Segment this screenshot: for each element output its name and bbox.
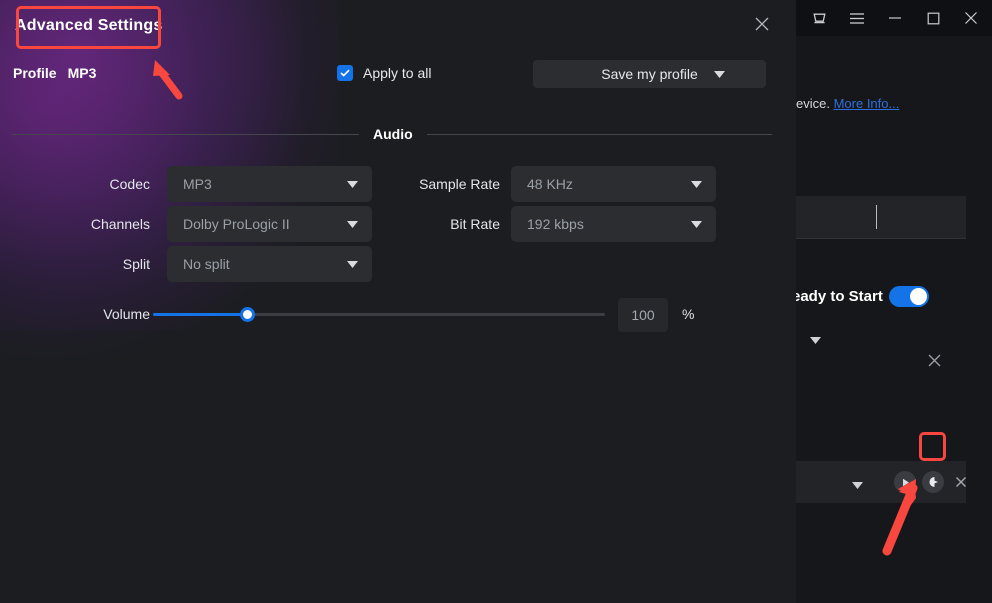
- apply-to-all-row[interactable]: Apply to all: [337, 65, 431, 81]
- sample-rate-select[interactable]: 48 KHz: [511, 166, 716, 202]
- save-my-profile-label: Save my profile: [601, 66, 697, 82]
- field-sample-rate: Sample Rate 48 KHz: [390, 166, 716, 202]
- chevron-down-icon[interactable]: [810, 331, 821, 349]
- save-my-profile-button[interactable]: Save my profile: [533, 60, 766, 88]
- minimize-icon[interactable]: [876, 0, 914, 36]
- remove-item-icon[interactable]: [950, 471, 972, 493]
- sample-rate-value: 48 KHz: [511, 176, 573, 192]
- field-codec: Codec MP3: [32, 166, 372, 202]
- item-bottom-bar: [796, 461, 966, 503]
- chevron-down-icon[interactable]: [347, 255, 358, 273]
- background-app-body: evice. More Info... eady to Start: [796, 36, 992, 603]
- section-divider-audio: Audio: [12, 127, 772, 141]
- profile-value: MP3: [68, 65, 97, 81]
- ready-to-start-row: eady to Start: [796, 281, 966, 311]
- field-label-bit-rate: Bit Rate: [390, 216, 500, 232]
- divider-line-left: [12, 134, 359, 135]
- text-cursor: [876, 205, 877, 229]
- channels-value: Dolby ProLogic II: [167, 216, 290, 232]
- more-info-link[interactable]: More Info...: [834, 96, 900, 111]
- screen-root: evice. More Info... eady to Start: [0, 0, 992, 603]
- volume-value-input[interactable]: 100: [618, 298, 668, 332]
- volume-slider-thumb[interactable]: [240, 307, 255, 322]
- volume-label: Volume: [32, 306, 150, 322]
- split-select[interactable]: No split: [167, 246, 372, 282]
- field-split: Split No split: [32, 246, 372, 282]
- ready-to-start-toggle[interactable]: [889, 286, 929, 307]
- field-label-split: Split: [32, 256, 150, 272]
- chevron-down-icon[interactable]: [691, 215, 702, 233]
- settings-button[interactable]: [922, 471, 944, 493]
- field-label-channels: Channels: [32, 216, 150, 232]
- volume-row: Volume 100 %: [0, 298, 796, 334]
- window-titlebar: [796, 0, 992, 36]
- apply-to-all-label: Apply to all: [363, 65, 431, 81]
- toggle-knob: [910, 288, 927, 305]
- device-notice: evice. More Info...: [796, 96, 992, 111]
- bottombar-chevron-down-icon[interactable]: [852, 476, 863, 494]
- panel-close-icon[interactable]: [922, 348, 946, 372]
- apply-to-all-checkbox[interactable]: [337, 65, 353, 81]
- page-title: Advanced Settings: [15, 17, 162, 35]
- codec-select[interactable]: MP3: [167, 166, 372, 202]
- chevron-down-icon[interactable]: [691, 175, 702, 193]
- field-label-codec: Codec: [32, 176, 150, 192]
- play-button[interactable]: [894, 471, 916, 493]
- advanced-settings-dialog: Advanced Settings Profile MP3 Apply to a…: [0, 0, 796, 603]
- profile-row: Profile MP3: [13, 65, 96, 81]
- volume-slider[interactable]: [153, 313, 605, 316]
- bit-rate-value: 192 kbps: [511, 216, 584, 232]
- profile-label: Profile: [13, 65, 57, 81]
- crown-icon[interactable]: [800, 0, 838, 36]
- dialog-close-icon[interactable]: [748, 10, 776, 38]
- maximize-icon[interactable]: [914, 0, 952, 36]
- field-label-sample-rate: Sample Rate: [390, 176, 500, 192]
- chevron-down-icon[interactable]: [714, 65, 725, 83]
- codec-value: MP3: [167, 176, 212, 192]
- ready-to-start-label: eady to Start: [792, 288, 883, 305]
- field-channels: Channels Dolby ProLogic II: [32, 206, 372, 242]
- chevron-down-icon[interactable]: [347, 175, 358, 193]
- split-value: No split: [167, 256, 230, 272]
- volume-slider-fill: [153, 313, 247, 316]
- close-icon[interactable]: [952, 0, 990, 36]
- section-label-audio: Audio: [359, 126, 427, 142]
- text-input-field[interactable]: [796, 196, 966, 239]
- bit-rate-select[interactable]: 192 kbps: [511, 206, 716, 242]
- divider-line-right: [427, 134, 772, 135]
- channels-select[interactable]: Dolby ProLogic II: [167, 206, 372, 242]
- field-bit-rate: Bit Rate 192 kbps: [390, 206, 716, 242]
- menu-icon[interactable]: [838, 0, 876, 36]
- notice-text: evice.: [796, 96, 830, 111]
- chevron-down-icon[interactable]: [347, 215, 358, 233]
- volume-unit-label: %: [682, 306, 694, 322]
